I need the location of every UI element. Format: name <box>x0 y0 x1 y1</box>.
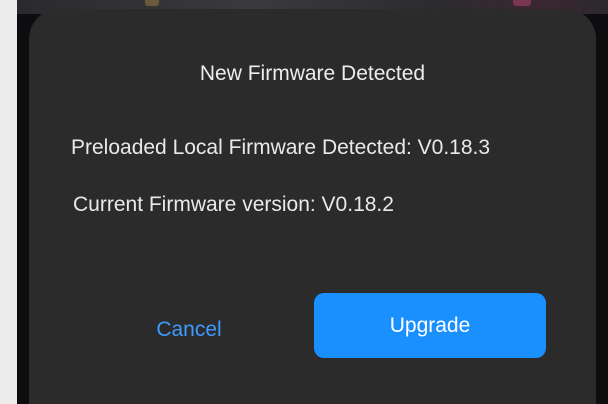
background-decoration <box>513 0 531 6</box>
cancel-button[interactable]: Cancel <box>119 305 259 355</box>
app-screen: New Firmware Detected Preloaded Local Fi… <box>17 0 608 404</box>
firmware-dialog: New Firmware Detected Preloaded Local Fi… <box>29 9 596 404</box>
dialog-title: New Firmware Detected <box>199 62 426 85</box>
current-firmware-text: Current Firmware version: V0.18.2 <box>73 193 394 216</box>
background-decoration <box>145 0 159 6</box>
upgrade-button[interactable]: Upgrade <box>314 293 546 358</box>
preloaded-firmware-text: Preloaded Local Firmware Detected: V0.18… <box>71 136 491 159</box>
